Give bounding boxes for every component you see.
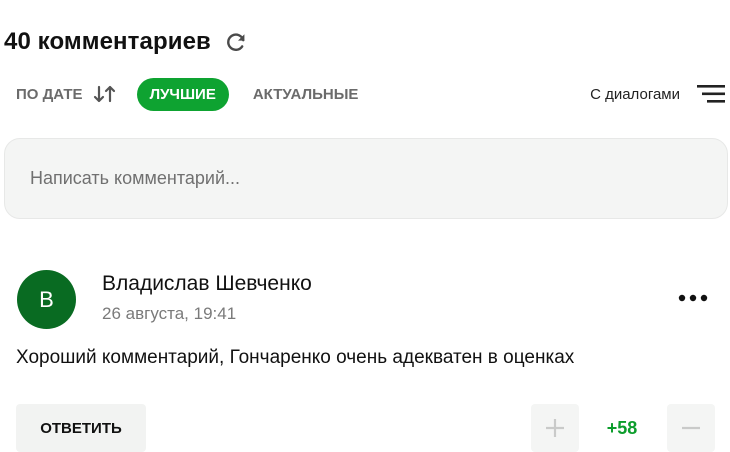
dialogs-toggle[interactable]: С диалогами bbox=[590, 76, 726, 112]
comments-header: 40 комментариев bbox=[4, 28, 249, 56]
comment-date: 26 августа, 19:41 bbox=[102, 304, 237, 323]
sort-by-date-label: ПО ДАТЕ bbox=[16, 85, 83, 103]
comment-text: Хороший комментарий, Гончаренко очень ад… bbox=[16, 347, 575, 368]
minus-icon bbox=[682, 426, 700, 430]
sort-by-date[interactable]: ПО ДАТЕ bbox=[16, 84, 117, 104]
avatar-letter: В bbox=[39, 286, 54, 312]
more-dots-icon[interactable] bbox=[676, 288, 710, 308]
comments-count-title: 40 комментариев bbox=[4, 28, 211, 55]
comment-input-placeholder: Написать комментарий... bbox=[30, 168, 241, 188]
dialogs-label: С диалогами bbox=[590, 85, 680, 103]
upvote-button[interactable] bbox=[531, 404, 579, 452]
sort-bar: ПО ДАТЕ ЛУЧШИЕ АКТУАЛЬНЫЕ С диалогами bbox=[16, 76, 730, 112]
comment-input[interactable]: Написать комментарий... bbox=[4, 138, 728, 219]
sort-actual-tab[interactable]: АКТУАЛЬНЫЕ bbox=[253, 86, 359, 103]
downvote-button[interactable] bbox=[667, 404, 715, 452]
reply-button[interactable]: ОТВЕТИТЬ bbox=[16, 404, 146, 452]
sort-best-tab[interactable]: ЛУЧШИЕ bbox=[136, 77, 229, 111]
sort-arrows-icon bbox=[93, 84, 117, 104]
plus-icon bbox=[546, 419, 564, 437]
menu-lines-icon bbox=[696, 83, 726, 105]
avatar[interactable]: В bbox=[17, 270, 76, 329]
refresh-icon[interactable] bbox=[223, 29, 249, 55]
vote-score: +58 bbox=[606, 417, 638, 438]
comment-item: В Владислав Шевченко 26 августа, 19:41 Х… bbox=[16, 262, 730, 452]
author-name[interactable]: Владислав Шевченко bbox=[102, 272, 312, 296]
